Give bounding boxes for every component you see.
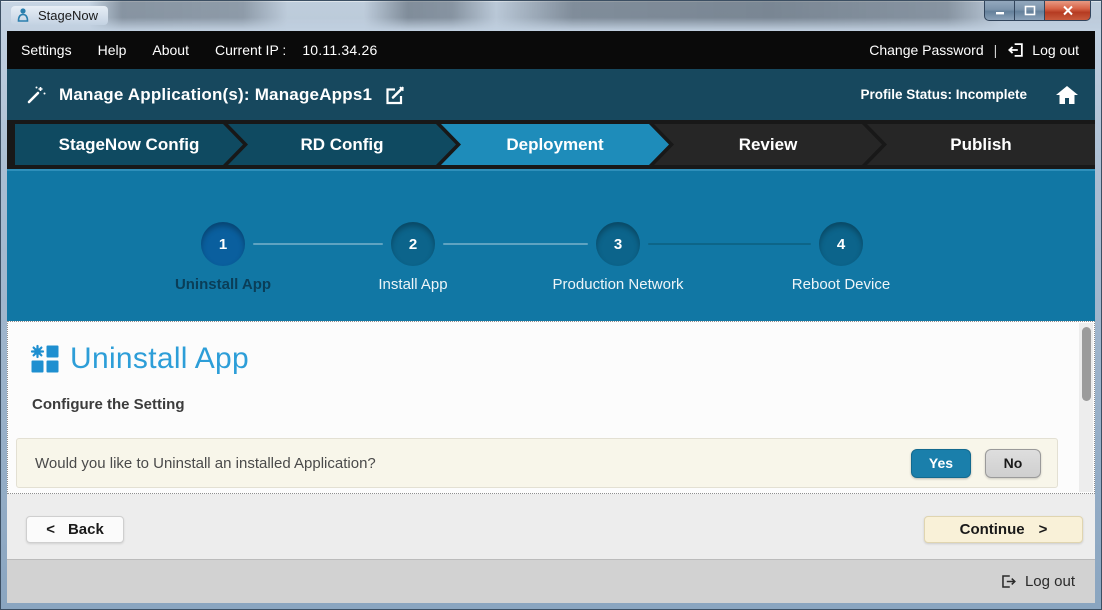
close-button[interactable] — [1045, 1, 1091, 21]
bottom-logout-label: Log out — [1025, 573, 1075, 590]
logout-right-icon — [1000, 573, 1017, 590]
profile-status-badge: Profile Status: Incomplete — [860, 87, 1027, 102]
home-icon — [1055, 84, 1079, 106]
tab-rd-config[interactable]: RD Config — [228, 124, 456, 165]
titlebar-left: StageNow — [11, 6, 108, 25]
step-1-label: Uninstall App — [113, 276, 333, 293]
tab-review[interactable]: Review — [654, 124, 882, 165]
bottom-logout-button[interactable]: Log out — [1000, 573, 1075, 590]
uninstall-question-row: Would you like to Uninstall an installed… — [16, 438, 1058, 488]
back-button-label: Back — [68, 521, 104, 538]
step-connector-3 — [648, 243, 811, 245]
menubar-divider: | — [994, 42, 998, 58]
no-button-label: No — [1004, 455, 1023, 471]
step-2-circle[interactable]: 2 — [391, 222, 435, 266]
profile-header: Manage Application(s): ManageApps1 Profi… — [7, 69, 1095, 120]
window-body: Settings Help About Current IP : 10.11.3… — [7, 31, 1095, 601]
edit-profile-button[interactable] — [384, 84, 406, 106]
continue-button-label: Continue — [960, 521, 1025, 538]
change-password-link[interactable]: Change Password — [869, 42, 983, 58]
step-connector-1 — [253, 243, 383, 245]
minimize-button[interactable] — [984, 1, 1014, 21]
logout-left-icon — [1007, 41, 1025, 59]
step-2-label: Install App — [303, 276, 523, 293]
step-1-circle[interactable]: 1 — [201, 222, 245, 266]
step-4-circle[interactable]: 4 — [819, 222, 863, 266]
step-3-label: Production Network — [508, 276, 728, 293]
no-button[interactable]: No — [985, 449, 1041, 478]
wizard-footer: < Back Continue > — [7, 494, 1095, 559]
edit-icon — [384, 84, 406, 106]
menubar-logout-button[interactable]: Log out — [1007, 41, 1079, 59]
configure-setting-label: Configure the Setting — [8, 376, 1094, 413]
heading-row: Uninstall App — [8, 322, 1094, 376]
step-number: 3 — [614, 236, 622, 253]
current-ip-label: Current IP : — [215, 42, 286, 58]
yes-button-label: Yes — [929, 455, 953, 471]
profile-title: Manage Application(s): ManageApps1 — [59, 85, 372, 105]
tab-label: Review — [739, 135, 798, 155]
maximize-button[interactable] — [1014, 1, 1045, 21]
current-ip-value: 10.11.34.26 — [302, 42, 377, 58]
yes-button[interactable]: Yes — [911, 449, 971, 478]
vertical-scrollbar[interactable] — [1079, 323, 1093, 492]
window-controls — [984, 1, 1091, 21]
continue-button[interactable]: Continue > — [924, 516, 1083, 543]
menu-help[interactable]: Help — [98, 42, 127, 58]
scrollbar-thumb[interactable] — [1082, 327, 1091, 401]
menubar: Settings Help About Current IP : 10.11.3… — [7, 31, 1095, 69]
tab-stagenow-config[interactable]: StageNow Config — [15, 124, 243, 165]
stagenow-logo-icon — [15, 7, 31, 23]
step-number: 2 — [409, 236, 417, 253]
menu-about[interactable]: About — [152, 42, 189, 58]
tab-label: Deployment — [506, 135, 603, 155]
wizard-tabbar: StageNow Config RD Config Deployment Rev… — [7, 120, 1095, 169]
minimize-icon — [994, 6, 1006, 16]
titlebar-glass — [1, 1, 1101, 31]
wand-icon — [25, 84, 47, 106]
maximize-icon — [1024, 5, 1036, 16]
question-text: Would you like to Uninstall an installed… — [35, 455, 376, 472]
settings-panel: Uninstall App Configure the Setting Woul… — [7, 321, 1095, 494]
step-number: 1 — [219, 236, 227, 253]
menubar-logout-label: Log out — [1032, 42, 1079, 58]
tab-label: RD Config — [300, 135, 383, 155]
app-window: StageNow — [0, 0, 1102, 610]
page-title: Uninstall App — [70, 342, 249, 376]
tab-publish[interactable]: Publish — [867, 124, 1095, 165]
window-title: StageNow — [38, 8, 98, 23]
step-number: 4 — [837, 236, 845, 253]
step-3-circle[interactable]: 3 — [596, 222, 640, 266]
tab-label: Publish — [950, 135, 1011, 155]
close-icon — [1062, 5, 1074, 16]
tab-label: StageNow Config — [59, 135, 200, 155]
bottom-statusbar: Log out — [7, 559, 1095, 603]
step-connector-2 — [443, 243, 588, 245]
home-button[interactable] — [1055, 84, 1079, 106]
step-4-label: Reboot Device — [731, 276, 951, 293]
app-grid-gear-icon — [30, 344, 60, 374]
back-chevron: < — [46, 521, 55, 538]
menu-settings[interactable]: Settings — [21, 42, 72, 58]
deployment-stepper: 1 2 3 4 Uninstall App Install App Produc… — [7, 169, 1095, 321]
continue-chevron: > — [1039, 521, 1048, 538]
titlebar: StageNow — [1, 1, 1101, 31]
back-button[interactable]: < Back — [26, 516, 124, 543]
tab-deployment[interactable]: Deployment — [441, 124, 669, 165]
